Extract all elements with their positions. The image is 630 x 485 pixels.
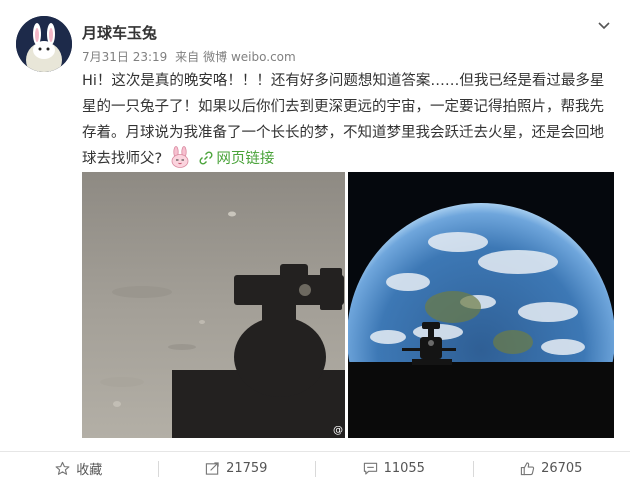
favorite-label: 收藏	[76, 463, 103, 478]
link-icon	[199, 148, 213, 165]
web-link[interactable]: 网页链接	[199, 151, 274, 167]
rabbit-emoji-icon	[169, 146, 191, 168]
comment-count: 11055	[383, 461, 425, 476]
like-count: 26705	[541, 461, 583, 476]
avatar[interactable]	[16, 16, 72, 72]
more-options-button[interactable]	[596, 18, 612, 34]
favorite-button[interactable]: 收藏	[0, 452, 158, 485]
comment-icon	[363, 462, 377, 475]
source-prefix: 来自	[175, 50, 200, 64]
action-bar: 收藏 21759 11055 26705	[0, 452, 630, 485]
weibo-post-card: 月球车玉兔 7月31日 23:19 来自 微博 weibo.com Hi！这次是真…	[0, 0, 630, 485]
post-body: Hi！这次是真的晚安咯！！！还有好多问题想知道答案……但我已经是看过最多星星的一…	[82, 73, 605, 167]
repost-icon	[205, 462, 219, 475]
author-name[interactable]: 月球车玉兔	[82, 22, 157, 43]
post-source[interactable]: 微博 weibo.com	[203, 50, 296, 64]
post-text: Hi！这次是真的晚安咯！！！还有好多问题想知道答案……但我已经是看过最多星星的一…	[82, 68, 612, 172]
earth-view-photo[interactable]	[348, 172, 614, 438]
like-button[interactable]: 26705	[472, 452, 630, 485]
post-timestamp[interactable]: 7月31日 23:19	[82, 50, 167, 64]
rabbit-avatar-icon	[16, 16, 72, 72]
post-meta: 7月31日 23:19 来自 微博 weibo.com	[82, 48, 300, 65]
chevron-down-icon	[598, 22, 610, 30]
repost-button[interactable]: 21759	[157, 452, 316, 485]
lunar-surface-photo[interactable]: @	[82, 172, 345, 438]
repost-count: 21759	[226, 461, 268, 476]
star-icon	[55, 461, 70, 475]
comment-button[interactable]: 11055	[315, 452, 473, 485]
web-link-label: 网页链接	[216, 151, 275, 167]
thumbs-up-icon	[520, 462, 535, 476]
photo-watermark: @	[333, 425, 343, 436]
